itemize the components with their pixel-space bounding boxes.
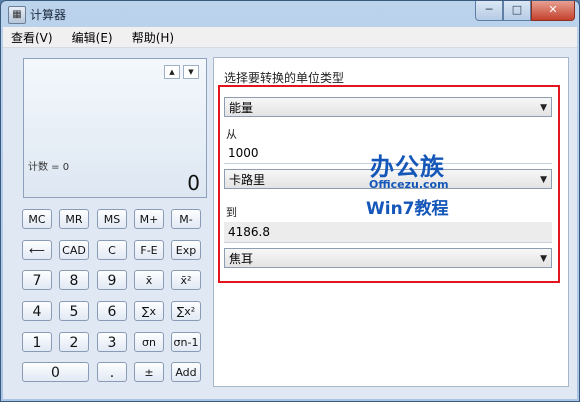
maximize-button[interactable]: □	[503, 1, 531, 21]
exp-button[interactable]: Exp	[171, 240, 201, 260]
digit-0-button[interactable]: 0	[22, 362, 89, 382]
digit-9-button[interactable]: 9	[97, 270, 127, 290]
mean-square-button[interactable]: x̄²	[171, 270, 201, 290]
std-dev-n-button[interactable]: σn	[134, 332, 164, 352]
menu-help[interactable]: 帮助(H)	[124, 27, 180, 46]
calculator-app-icon: ▦	[8, 6, 26, 24]
watermark-logo: 办公族	[370, 153, 445, 181]
from-label: 从	[226, 128, 237, 141]
m-plus-button[interactable]: M+	[134, 209, 164, 229]
digit-7-button[interactable]: 7	[22, 270, 52, 290]
menu-bar: 查看(V) 编辑(E) 帮助(H)	[3, 27, 577, 48]
digit-3-button[interactable]: 3	[97, 332, 127, 352]
calculator-body: ▲ ▼ 计数 = 0 0 MC MR MS M+ M- ⟵ CAD C F-E …	[3, 48, 577, 399]
sum-button[interactable]: ∑x	[134, 301, 164, 321]
chevron-down-icon: ▼	[540, 254, 547, 264]
from-unit-value: 卡路里	[229, 173, 266, 187]
digit-4-button[interactable]: 4	[22, 301, 52, 321]
std-dev-n1-button[interactable]: σn-1	[171, 332, 201, 352]
unit-conversion-panel: 选择要转换的单位类型 能量 ▼ 从 1000 卡路里 ▼ 到 4186.8 焦耳…	[213, 57, 569, 387]
to-unit-select[interactable]: 焦耳 ▼	[224, 248, 552, 268]
calculator-window: ▦ 计算器 ─ □ ✕ 查看(V) 编辑(E) 帮助(H) ▲ ▼ 计数 = 0…	[0, 0, 580, 402]
window-controls: ─ □ ✕	[475, 1, 575, 21]
cad-button[interactable]: CAD	[59, 240, 89, 260]
ms-button[interactable]: MS	[97, 209, 127, 229]
plus-minus-button[interactable]: ±	[134, 362, 164, 382]
digit-6-button[interactable]: 6	[97, 301, 127, 321]
minimize-button[interactable]: ─	[475, 1, 503, 21]
digit-8-button[interactable]: 8	[59, 270, 89, 290]
watermark-tagline: Win7教程	[366, 199, 449, 219]
sum-square-button[interactable]: ∑x²	[171, 301, 201, 321]
close-button[interactable]: ✕	[531, 1, 575, 21]
history-down-icon[interactable]: ▼	[183, 65, 199, 79]
mc-button[interactable]: MC	[22, 209, 52, 229]
chevron-down-icon: ▼	[540, 103, 547, 113]
watermark-site: Officezu.com	[369, 178, 449, 191]
add-button[interactable]: Add	[171, 362, 201, 382]
clear-button[interactable]: C	[97, 240, 127, 260]
title-bar[interactable]: ▦ 计算器 ─ □ ✕	[1, 1, 579, 27]
calculator-display: ▲ ▼ 计数 = 0 0	[23, 58, 207, 198]
digit-1-button[interactable]: 1	[22, 332, 52, 352]
unit-type-value: 能量	[229, 101, 254, 115]
to-label: 到	[226, 206, 237, 219]
unit-type-select[interactable]: 能量 ▼	[224, 97, 552, 117]
decimal-button[interactable]: .	[97, 362, 127, 382]
counter-text: 计数 = 0	[28, 162, 70, 173]
digit-2-button[interactable]: 2	[59, 332, 89, 352]
m-minus-button[interactable]: M-	[171, 209, 201, 229]
display-value: 0	[187, 171, 200, 195]
to-unit-value: 焦耳	[229, 252, 254, 266]
fe-button[interactable]: F-E	[134, 240, 164, 260]
chevron-down-icon: ▼	[540, 175, 547, 185]
to-value-output[interactable]: 4186.8	[224, 222, 552, 243]
mean-button[interactable]: x̄	[134, 270, 164, 290]
history-up-icon[interactable]: ▲	[164, 65, 180, 79]
menu-edit[interactable]: 编辑(E)	[64, 27, 119, 46]
conversion-panel-title: 选择要转换的单位类型	[224, 71, 345, 85]
window-title: 计算器	[30, 8, 67, 22]
backspace-button[interactable]: ⟵	[22, 240, 52, 260]
mr-button[interactable]: MR	[59, 209, 89, 229]
menu-view[interactable]: 查看(V)	[3, 27, 59, 46]
highlight-frame: 能量 ▼ 从 1000 卡路里 ▼ 到 4186.8 焦耳 ▼ 办公族 Offi…	[218, 85, 560, 283]
digit-5-button[interactable]: 5	[59, 301, 89, 321]
